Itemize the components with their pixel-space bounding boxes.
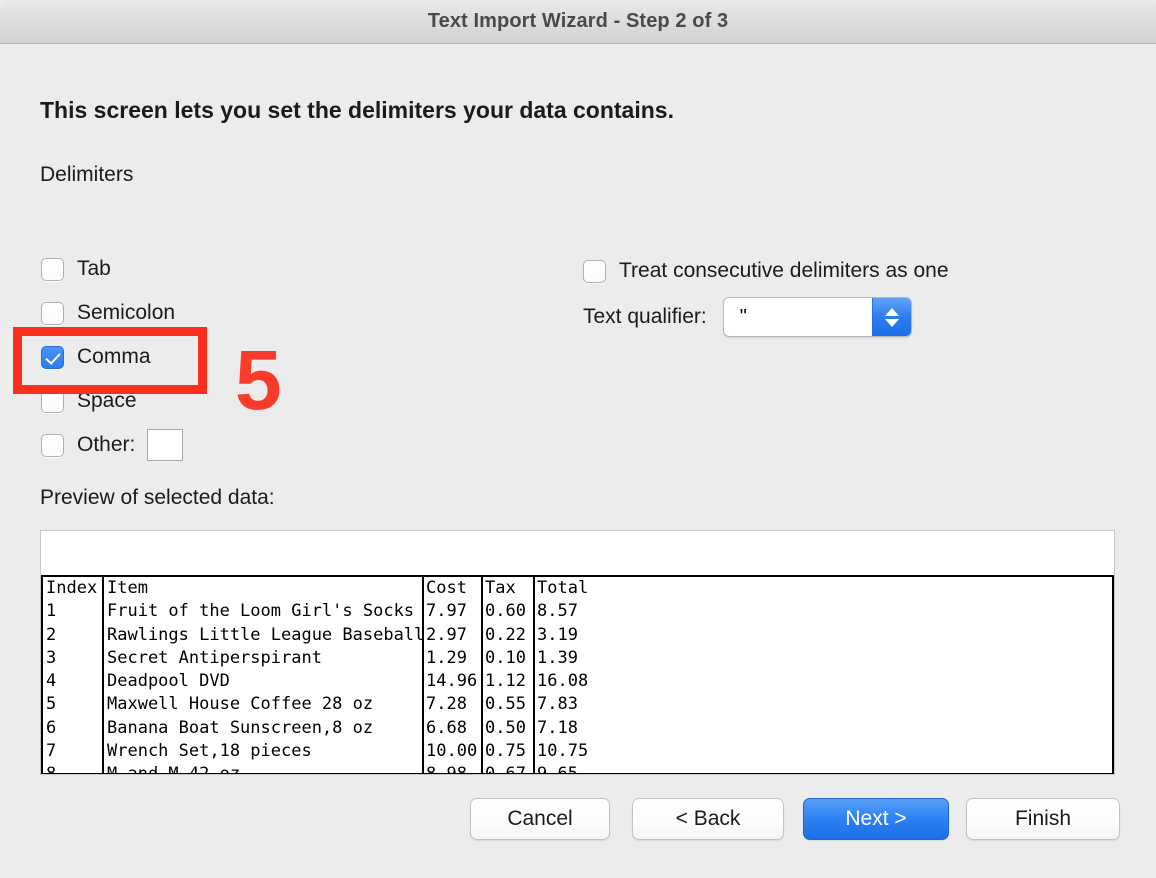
cell-item: M and M,42 oz xyxy=(107,764,241,775)
cell-item: Item xyxy=(107,578,148,598)
dialog-button-bar: Cancel < Back Next > Finish xyxy=(0,798,1156,842)
cell-index: 2 xyxy=(46,624,57,645)
cell-tax: 0.22 xyxy=(485,624,526,645)
text-qualifier-stepper[interactable] xyxy=(871,298,911,336)
checkbox-row-semicolon[interactable]: Semicolon xyxy=(41,299,175,327)
text-import-wizard-window: Text Import Wizard - Step 2 of 3 This sc… xyxy=(0,0,1156,878)
comma-checkbox[interactable] xyxy=(41,345,64,369)
cell-tax: 0.75 xyxy=(485,741,526,762)
cell-item: Maxwell House Coffee 28 oz xyxy=(107,694,374,715)
cell-cost: 7.28 xyxy=(426,694,467,715)
cell-index: 4 xyxy=(46,671,57,692)
text-qualifier-row: Text qualifier: " xyxy=(583,297,912,337)
cell-tax: Tax xyxy=(485,578,516,598)
preview-section-label: Preview of selected data: xyxy=(40,486,275,509)
cell-index: 5 xyxy=(46,694,57,715)
cell-total: 8.57 xyxy=(537,601,578,622)
table-row: Index Item Cost Tax Total xyxy=(43,577,1112,600)
cell-item: Banana Boat Sunscreen,8 oz xyxy=(107,717,374,738)
page-title: This screen lets you set the delimiters … xyxy=(40,97,674,123)
space-label: Space xyxy=(77,389,137,412)
cell-item: Fruit of the Loom Girl's Socks xyxy=(107,601,415,622)
cell-cost: Cost xyxy=(426,578,467,598)
cell-item: Secret Antiperspirant xyxy=(107,647,322,668)
comma-label: Comma xyxy=(77,345,151,368)
cell-index: 7 xyxy=(46,741,57,762)
cancel-button[interactable]: Cancel xyxy=(470,798,610,840)
chevron-up-icon[interactable] xyxy=(884,307,899,316)
text-qualifier-value[interactable]: " xyxy=(724,298,872,336)
checkbox-row-tab[interactable]: Tab xyxy=(41,255,111,283)
next-button[interactable]: Next > xyxy=(803,798,949,840)
cell-index: 6 xyxy=(46,717,57,738)
tab-checkbox[interactable] xyxy=(41,257,64,281)
cell-tax: 0.10 xyxy=(485,647,526,668)
semicolon-checkbox[interactable] xyxy=(41,301,64,325)
treat-consecutive-label: Treat consecutive delimiters as one xyxy=(619,259,949,282)
preview-rows: Index Item Cost Tax Total 1 Fruit of the Loom … xyxy=(43,577,1112,775)
checkbox-row-other[interactable]: Other: xyxy=(41,429,184,461)
cell-total: 7.18 xyxy=(537,717,578,738)
text-qualifier-label: Text qualifier: xyxy=(583,305,707,328)
other-checkbox[interactable] xyxy=(41,433,64,457)
table-row: 7 Wrench Set,18 pieces 10.00 0.75 10.75 xyxy=(43,740,1112,763)
table-row: 8 M and M,42 oz 8.98 0.67 9.65 xyxy=(43,763,1112,775)
cell-item: Deadpool DVD xyxy=(107,671,230,692)
cell-index: 1 xyxy=(46,601,57,622)
cell-cost: 6.68 xyxy=(426,717,467,738)
checkbox-row-space[interactable]: Space xyxy=(41,387,137,415)
text-qualifier-combobox[interactable]: " xyxy=(722,297,912,337)
table-row: 1 Fruit of the Loom Girl's Socks 7.97 0.60 8… xyxy=(43,600,1112,623)
checkbox-row-comma[interactable]: Comma xyxy=(41,343,151,371)
cell-total: 3.19 xyxy=(537,624,578,645)
cell-tax: 0.67 xyxy=(485,764,526,775)
back-button[interactable]: < Back xyxy=(632,798,784,840)
space-checkbox[interactable] xyxy=(41,389,64,413)
cell-tax: 1.12 xyxy=(485,671,526,692)
delimiters-section-label: Delimiters xyxy=(40,163,134,186)
cell-cost: 7.97 xyxy=(426,601,467,622)
cell-cost: 10.00 xyxy=(426,741,478,762)
cell-index: Index xyxy=(46,578,98,598)
cell-total: 1.39 xyxy=(537,647,578,668)
annotation-step-number: 5 xyxy=(235,333,282,427)
table-row: 2 Rawlings Little League Baseball 2.97 0.22… xyxy=(43,624,1112,647)
table-row: 5 Maxwell House Coffee 28 oz 7.28 0.55 7.83 xyxy=(43,693,1112,716)
dialog-content: This screen lets you set the delimiters … xyxy=(0,45,1156,878)
cell-total: 16.08 xyxy=(537,671,589,692)
cell-total: 10.75 xyxy=(537,741,589,762)
cell-cost: 1.29 xyxy=(426,647,467,668)
finish-button[interactable]: Finish xyxy=(966,798,1120,840)
cell-total: 7.83 xyxy=(537,694,578,715)
window-title: Text Import Wizard - Step 2 of 3 xyxy=(427,10,729,32)
cell-tax: 0.50 xyxy=(485,717,526,738)
window-titlebar: Text Import Wizard - Step 2 of 3 xyxy=(0,0,1156,44)
cell-index: 8 xyxy=(46,764,57,775)
other-delimiter-input[interactable] xyxy=(147,429,184,461)
cell-cost: 8.98 xyxy=(426,764,467,775)
checkbox-row-treat-consecutive[interactable]: Treat consecutive delimiters as one xyxy=(583,257,949,285)
cell-index: 3 xyxy=(46,647,57,668)
preview-panel[interactable]: Index Item Cost Tax Total 1 Fruit of the Loom … xyxy=(40,530,1115,775)
cell-tax: 0.60 xyxy=(485,601,526,622)
semicolon-label: Semicolon xyxy=(77,301,176,324)
cell-tax: 0.55 xyxy=(485,694,526,715)
preview-data-grid[interactable]: Index Item Cost Tax Total 1 Fruit of the Loom … xyxy=(41,575,1114,775)
cell-item: Rawlings Little League Baseball xyxy=(107,624,425,645)
cell-cost: 2.97 xyxy=(426,624,467,645)
cell-item: Wrench Set,18 pieces xyxy=(107,741,312,762)
table-row: 6 Banana Boat Sunscreen,8 oz 6.68 0.50 7.18 xyxy=(43,717,1112,740)
cell-cost: 14.96 xyxy=(426,671,478,692)
table-row: 3 Secret Antiperspirant 1.29 0.10 1.39 xyxy=(43,647,1112,670)
cell-total: 9.65 xyxy=(537,764,578,775)
chevron-down-icon[interactable] xyxy=(884,318,899,327)
tab-label: Tab xyxy=(77,257,111,280)
cell-total: Total xyxy=(537,578,589,598)
table-row: 4 Deadpool DVD 14.96 1.12 16.08 xyxy=(43,670,1112,693)
treat-consecutive-checkbox[interactable] xyxy=(583,259,606,283)
other-label: Other: xyxy=(77,433,136,456)
